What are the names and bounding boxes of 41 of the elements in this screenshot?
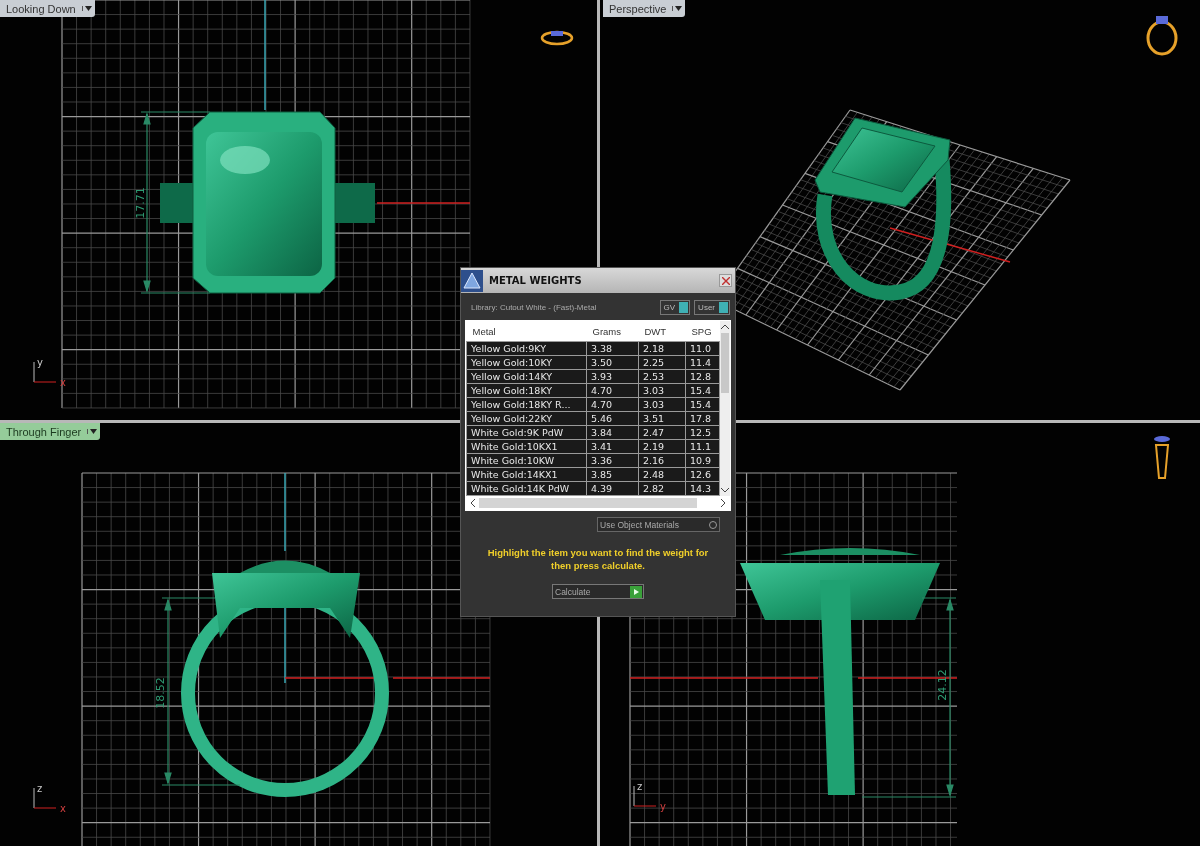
- axis-label: z: [637, 781, 643, 792]
- caret-icon: [672, 6, 683, 11]
- vertical-scrollbar[interactable]: [720, 321, 730, 496]
- dimension-label: 17.71: [134, 187, 147, 219]
- viewport-tab[interactable]: Perspective: [603, 0, 686, 17]
- axis-label: y: [37, 357, 43, 368]
- circle-icon: [708, 519, 718, 530]
- axis-label: y: [660, 801, 666, 812]
- scroll-up-icon: [721, 324, 730, 329]
- close-button[interactable]: [719, 274, 732, 287]
- toggle-button[interactable]: User: [694, 300, 730, 315]
- ring-icon: [1154, 436, 1170, 479]
- dimension-label: 24.12: [936, 669, 949, 701]
- toggle-button[interactable]: GV: [659, 300, 691, 315]
- axis-icon: [633, 785, 657, 807]
- table-cell: Yellow Gold:9KY: [466, 341, 587, 356]
- ring-icon: [540, 30, 574, 46]
- axis-icon: [33, 361, 57, 383]
- play-icon: [630, 585, 642, 598]
- ring-icon: [1146, 16, 1178, 56]
- instruction-text: Highlight the item you want to find the weight for then press calculate.: [486, 546, 710, 572]
- calculate-button[interactable]: Calculate: [552, 584, 644, 599]
- dimension-label: 18.52: [154, 677, 167, 709]
- caret-icon: [87, 429, 98, 434]
- table-cell: 2.18: [638, 341, 686, 356]
- scroll-down-icon: [721, 488, 730, 493]
- materials-dropdown[interactable]: Use Object Materials: [597, 517, 720, 532]
- viewport-tab[interactable]: Looking Down: [0, 0, 95, 17]
- dialog-title: METAL WEIGHTS: [489, 275, 583, 286]
- scroll-right-icon: [721, 499, 726, 507]
- axis-icon: [33, 787, 57, 809]
- table-cell: 3.38: [586, 341, 639, 356]
- scroll-left-icon: [470, 499, 475, 507]
- axis-label: z: [37, 783, 43, 794]
- library-label: Library: Cutout White - (Fast)-Metal: [471, 303, 597, 312]
- axis-label: x: [60, 377, 66, 388]
- axis-label: x: [60, 803, 66, 814]
- cone-icon: [461, 269, 483, 292]
- caret-icon: [81, 6, 92, 11]
- table-cell: 11.0: [685, 341, 720, 356]
- viewport-tab[interactable]: Through Finger: [0, 423, 101, 440]
